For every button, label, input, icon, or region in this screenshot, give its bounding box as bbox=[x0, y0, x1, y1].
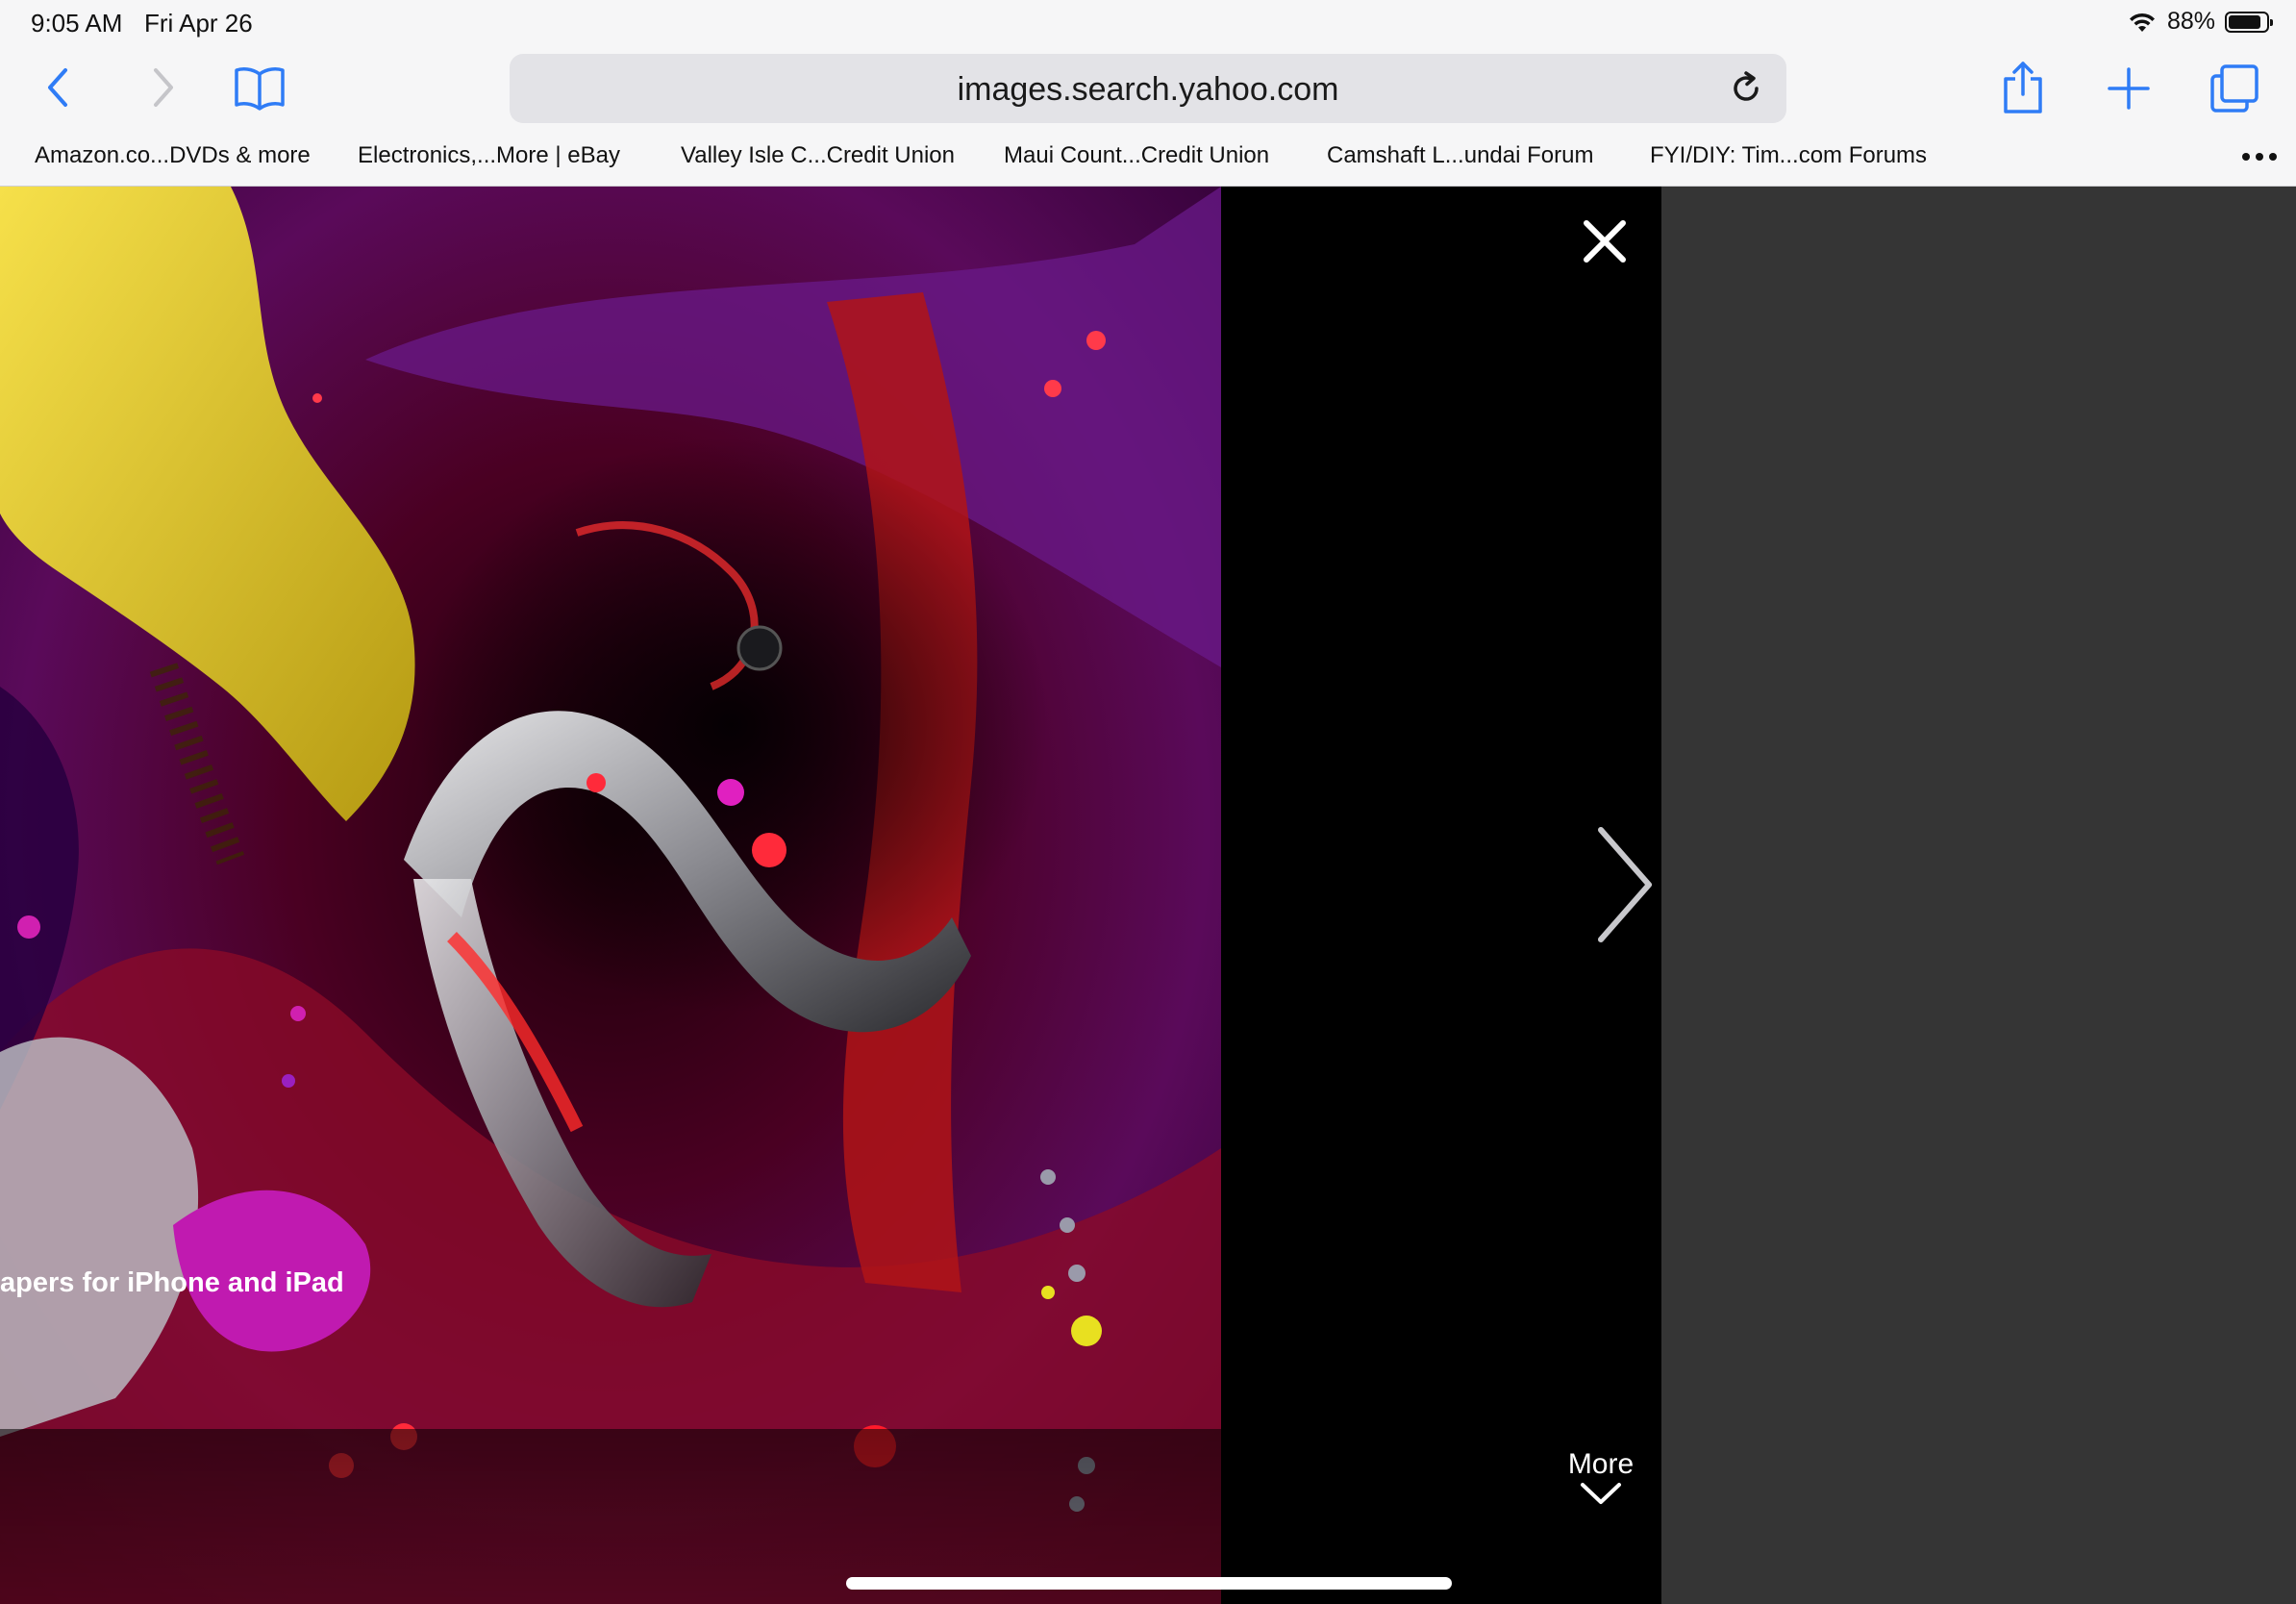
status-time: 9:05 AM bbox=[31, 9, 123, 38]
bookmark-item[interactable]: Maui Count...Credit Union bbox=[1004, 142, 1269, 169]
bookmark-item[interactable]: Camshaft L...undai Forum bbox=[1327, 142, 1593, 169]
url-bar[interactable]: images.search.yahoo.com bbox=[510, 54, 1786, 123]
status-date: Fri Apr 26 bbox=[144, 9, 253, 38]
bookmark-item[interactable]: Electronics,...More | eBay bbox=[358, 142, 620, 169]
share-icon[interactable] bbox=[2000, 58, 2046, 117]
battery-icon bbox=[2225, 11, 2273, 33]
bookmark-item[interactable]: Amazon.co...DVDs & more bbox=[35, 142, 311, 169]
bookmark-item[interactable]: Valley Isle C...Credit Union bbox=[681, 142, 955, 169]
wallpaper-image[interactable] bbox=[0, 187, 1221, 1604]
bookmark-item[interactable]: FYI/DIY: Tim...com Forums bbox=[1650, 142, 1927, 169]
reload-icon[interactable] bbox=[1727, 69, 1765, 113]
battery-percentage: 88% bbox=[2166, 8, 2215, 35]
battery-fill bbox=[2229, 14, 2261, 29]
tabs-icon[interactable] bbox=[2208, 62, 2261, 115]
image-viewer bbox=[0, 187, 1661, 1604]
browser-toolbar: images.search.yahoo.com bbox=[0, 46, 2296, 131]
bookmarks-bar: Amazon.co...DVDs & more Electronics,...M… bbox=[0, 131, 2296, 187]
status-bar: 9:05 AM Fri Apr 26 88% bbox=[0, 0, 2296, 46]
wifi-icon bbox=[2127, 11, 2158, 34]
more-button[interactable]: More bbox=[1558, 1448, 1644, 1525]
status-indicators: 88% bbox=[2127, 8, 2273, 36]
image-caption[interactable]: apers for iPhone and iPad bbox=[0, 1267, 344, 1299]
close-icon[interactable] bbox=[1581, 217, 1629, 265]
chevron-right-icon[interactable] bbox=[1586, 822, 1663, 947]
back-icon[interactable] bbox=[38, 63, 77, 112]
more-label: More bbox=[1567, 1448, 1635, 1480]
more-bookmarks-icon[interactable] bbox=[2242, 142, 2277, 171]
new-tab-icon[interactable] bbox=[2106, 65, 2152, 112]
forward-icon[interactable] bbox=[144, 63, 183, 112]
home-indicator[interactable] bbox=[846, 1577, 1452, 1590]
bookmarks-icon[interactable] bbox=[231, 62, 288, 113]
chevron-down-icon bbox=[1581, 1483, 1621, 1504]
url-text: images.search.yahoo.com bbox=[957, 71, 1339, 108]
